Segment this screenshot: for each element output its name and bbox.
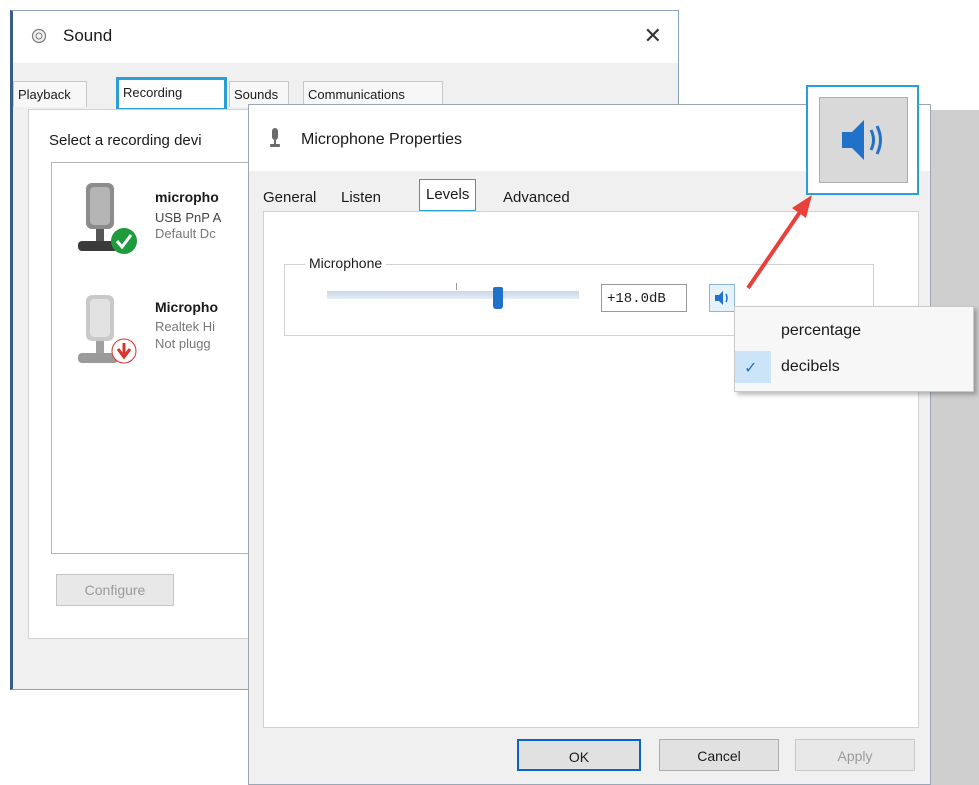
speaker-callout [806, 85, 919, 195]
level-slider-thumb[interactable] [493, 287, 504, 309]
level-value-field[interactable]: +18.0dB [601, 284, 687, 312]
window-title: Sound [63, 26, 113, 45]
device-name: Micropho [155, 299, 218, 315]
menu-item-label: percentage [781, 322, 862, 339]
tab-playback[interactable]: Playback [13, 81, 87, 107]
tab-recording[interactable]: Recording [116, 77, 227, 111]
speaker-icon [842, 120, 882, 160]
tab-listen[interactable]: Listen [341, 185, 381, 211]
sound-titlebar: Sound ✕ [13, 11, 678, 63]
check-area: ✓ [735, 351, 771, 383]
window-shadow [930, 110, 979, 785]
tab-general[interactable]: General [263, 185, 316, 211]
window-title: Microphone Properties [301, 131, 462, 148]
close-icon[interactable]: ✕ [644, 23, 662, 49]
level-slider-track[interactable] [327, 291, 579, 299]
microphone-icon [270, 128, 280, 147]
apply-button[interactable]: Apply [795, 739, 915, 771]
levels-panel: Microphone +18.0dB [263, 211, 919, 728]
device-status: Not plugg [155, 336, 211, 351]
ok-button[interactable]: OK [517, 739, 641, 771]
checkmark-icon: ✓ [744, 360, 758, 377]
menu-item-decibels[interactable]: ✓ decibels [735, 349, 973, 385]
device-status: Default Dc [155, 226, 216, 241]
instructions-text: Select a recording devi [49, 132, 202, 149]
device-name: micropho [155, 189, 219, 205]
microphone-icon [78, 183, 137, 254]
sound-icon [31, 28, 47, 44]
speaker-button-zoomed [819, 97, 908, 183]
device-description: USB PnP A [155, 210, 222, 225]
cancel-button[interactable]: Cancel [659, 739, 779, 771]
unit-context-menu: percentage ✓ decibels [734, 306, 974, 392]
check-area [735, 315, 771, 347]
device-description: Realtek Hi [155, 319, 215, 334]
group-label: Microphone [305, 255, 387, 271]
configure-button[interactable]: Configure [56, 574, 174, 606]
tab-advanced[interactable]: Advanced [503, 185, 570, 211]
slider-tick [456, 283, 457, 290]
microphone-icon [78, 295, 137, 364]
speaker-button[interactable] [709, 284, 735, 312]
menu-item-label: decibels [781, 358, 840, 375]
microphone-properties-window: Microphone Properties General Listen Lev… [248, 104, 931, 785]
speaker-icon [715, 291, 728, 305]
menu-item-percentage[interactable]: percentage [735, 313, 973, 349]
tab-levels[interactable]: Levels [419, 179, 477, 211]
